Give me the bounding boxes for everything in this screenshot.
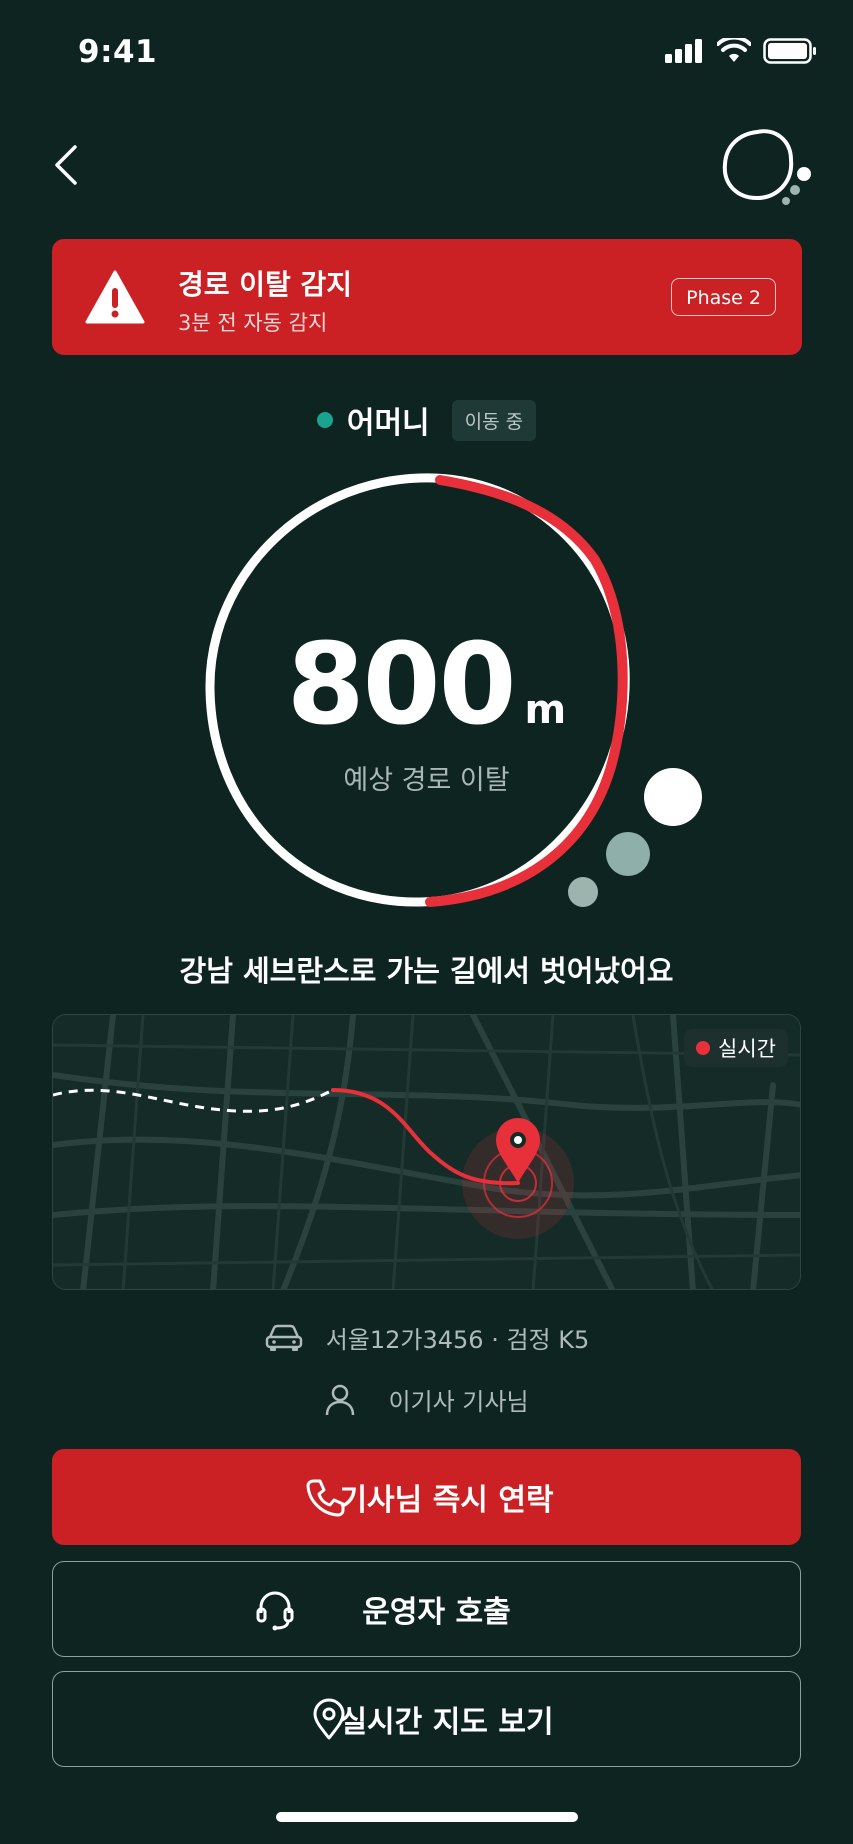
person-status-row: 어머니 이동 중 [0, 398, 853, 442]
driver-info: 이기사 기사님 [0, 1382, 853, 1417]
bubble-medium [606, 832, 650, 876]
status-icons [665, 38, 817, 64]
vehicle-plate: 서울12가3456 · 검정 K5 [325, 1326, 590, 1354]
driver-name: 이기사 기사님 [388, 1388, 529, 1416]
status-dot [316, 412, 333, 428]
signal-icon [665, 39, 702, 63]
alert-subtitle: 3분 전 자동 감지 [178, 311, 328, 335]
bubble-small [568, 877, 598, 907]
moving-status-badge: 이동 중 [451, 399, 537, 441]
person-icon [326, 1384, 355, 1415]
call-driver-button[interactable]: 기사님 즉시 연락 [52, 1449, 801, 1545]
car-icon [265, 1324, 302, 1351]
bubble-logo-icon[interactable] [713, 124, 813, 214]
deviation-message: 강남 세브란스로 가는 길에서 벗어났어요 [179, 954, 674, 988]
headset-icon [256, 1591, 294, 1631]
gauge-number: 800 [286, 620, 517, 750]
status-time: 9:41 [78, 34, 158, 70]
chevron-left-icon [55, 145, 77, 185]
bubble-large [644, 768, 702, 826]
person-name: 어머니 [346, 406, 430, 441]
view-map-button[interactable]: 실시간 지도 보기 [52, 1671, 801, 1767]
call-driver-label: 기사님 즉시 연락 [339, 1483, 554, 1518]
live-dot [696, 1041, 711, 1055]
phase-badge: Phase 2 [671, 278, 776, 316]
gauge-value: 800 m [0, 620, 853, 750]
call-operator-button[interactable]: 운영자 호출 [52, 1561, 801, 1657]
gauge-unit: m [524, 687, 567, 733]
alert-title: 경로 이탈 감지 [178, 268, 353, 301]
warning-triangle-icon [85, 270, 145, 324]
live-badge: 실시간 [684, 1029, 788, 1067]
route-deviation-alert[interactable]: 경로 이탈 감지 3분 전 자동 감지 Phase 2 [52, 239, 802, 355]
view-map-label: 실시간 지도 보기 [339, 1705, 554, 1740]
live-map[interactable]: 실시간 [52, 1014, 801, 1290]
wifi-icon [717, 38, 751, 62]
live-label: 실시간 [718, 1037, 776, 1061]
gauge-label: 예상 경로 이탈 [343, 765, 510, 796]
home-indicator [276, 1812, 578, 1822]
vehicle-info: 서울12가3456 · 검정 K5 [0, 1320, 853, 1355]
back-button[interactable] [44, 138, 88, 192]
call-operator-label: 운영자 호출 [362, 1595, 511, 1630]
location-pin-icon [313, 1698, 345, 1740]
phone-icon [306, 1479, 345, 1517]
battery-icon [763, 38, 816, 64]
